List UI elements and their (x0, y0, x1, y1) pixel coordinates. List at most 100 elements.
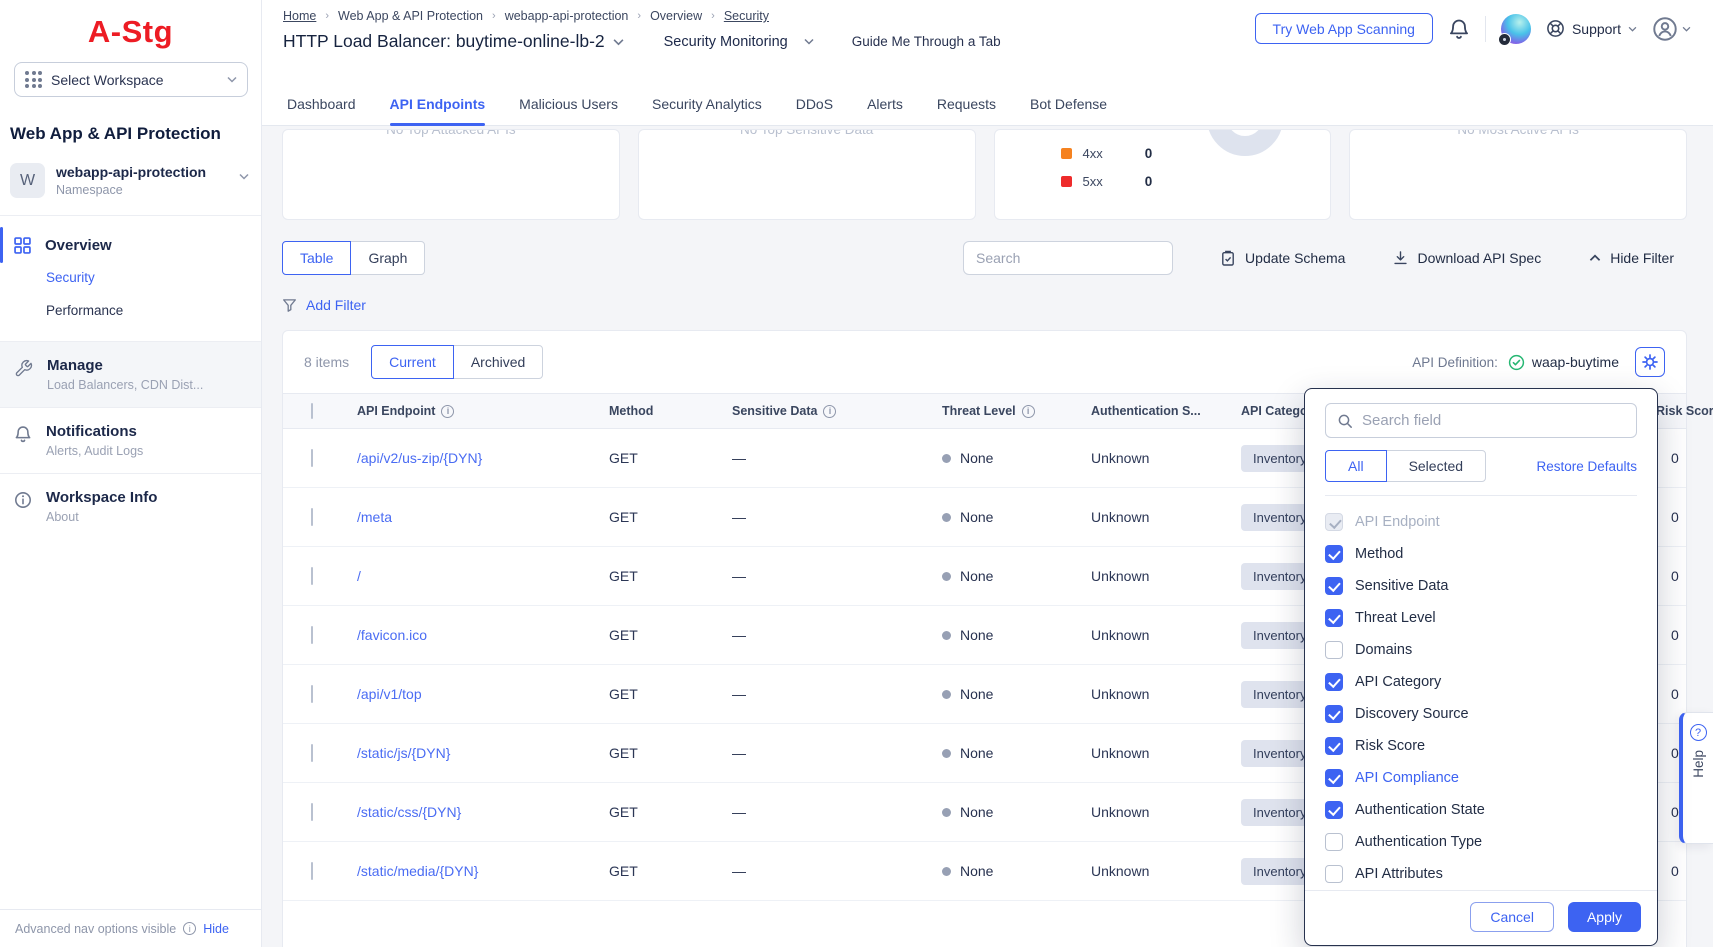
field-method[interactable]: Method (1325, 538, 1637, 570)
info-icon[interactable] (441, 405, 454, 418)
checkbox[interactable] (1325, 801, 1343, 819)
breadcrumb-waap[interactable]: Web App & API Protection (338, 9, 483, 23)
scope-toggle-all[interactable]: All (1325, 450, 1387, 482)
sidebar-item-workspace-info[interactable]: Workspace Info About (0, 473, 261, 539)
row-checkbox[interactable] (311, 744, 313, 762)
view-toggle-graph[interactable]: Graph (350, 241, 425, 275)
field-api-attributes[interactable]: API Attributes (1325, 858, 1637, 890)
checkbox[interactable] (1325, 865, 1343, 883)
endpoint-link[interactable]: /static/css/{DYN} (357, 804, 609, 820)
monitoring-selector[interactable]: Security Monitoring (664, 34, 814, 50)
tab-bot-defense[interactable]: Bot Defense (1030, 82, 1107, 125)
row-checkbox[interactable] (311, 862, 313, 880)
endpoint-link[interactable]: /meta (357, 509, 609, 525)
row-checkbox[interactable] (311, 508, 313, 526)
empty-state-text: No Most Active APIs (1350, 129, 1686, 137)
cancel-button[interactable]: Cancel (1470, 902, 1554, 932)
column-header-sensitive-data: Sensitive Data (732, 404, 942, 418)
download-api-spec-button[interactable]: Download API Spec (1393, 250, 1541, 266)
tab-ddos[interactable]: DDoS (796, 82, 833, 125)
threat-level-cell: None (942, 627, 1091, 643)
info-icon[interactable] (1022, 405, 1035, 418)
state-toggle-current[interactable]: Current (371, 345, 454, 379)
help-tab[interactable]: ? Help (1679, 712, 1713, 844)
field-api-compliance[interactable]: API Compliance (1325, 762, 1637, 794)
api-definition-value[interactable]: waap-buytime (1532, 354, 1619, 370)
add-filter-button[interactable]: Add Filter (282, 297, 366, 313)
risk-score-cell: 0 (1656, 627, 1686, 643)
row-checkbox[interactable] (311, 449, 313, 467)
row-checkbox[interactable] (311, 685, 313, 703)
checkbox[interactable] (1325, 577, 1343, 595)
field-sensitive-data[interactable]: Sensitive Data (1325, 570, 1637, 602)
endpoint-link[interactable]: /favicon.ico (357, 627, 609, 643)
field-api-category[interactable]: API Category (1325, 666, 1637, 698)
endpoint-link[interactable]: /api/v2/us-zip/{DYN} (357, 450, 609, 466)
checkbox[interactable] (1325, 641, 1343, 659)
tab-alerts[interactable]: Alerts (867, 82, 903, 125)
authentication-cell: Unknown (1091, 627, 1241, 643)
endpoint-link[interactable]: / (357, 568, 609, 584)
try-web-app-scanning-button[interactable]: Try Web App Scanning (1255, 13, 1433, 44)
scope-toggle-selected[interactable]: Selected (1386, 450, 1486, 482)
checkbox[interactable] (1325, 673, 1343, 691)
sidebar-item-security[interactable]: Security (0, 261, 261, 294)
row-checkbox[interactable] (311, 626, 313, 644)
field-authentication-type[interactable]: Authentication Type (1325, 826, 1637, 858)
tab-security-analytics[interactable]: Security Analytics (652, 82, 762, 125)
hide-nav-link[interactable]: Hide (203, 922, 229, 936)
tab-requests[interactable]: Requests (937, 82, 996, 125)
chevron-down-icon[interactable] (613, 38, 624, 46)
checkbox[interactable] (1325, 705, 1343, 723)
endpoint-link[interactable]: /static/js/{DYN} (357, 745, 609, 761)
breadcrumb-overview[interactable]: Overview (650, 9, 702, 23)
monitoring-selector-label: Security Monitoring (664, 34, 788, 50)
select-all-checkbox[interactable] (311, 403, 313, 419)
apply-button[interactable]: Apply (1568, 902, 1641, 932)
sidebar-item-notifications[interactable]: Notifications Alerts, Audit Logs (0, 407, 261, 473)
sidebar-item-manage[interactable]: Manage Load Balancers, CDN Dist... (0, 341, 261, 407)
view-toggle-table[interactable]: Table (282, 241, 351, 275)
workspace-selector[interactable]: Select Workspace (14, 62, 248, 97)
field-search-input[interactable] (1362, 412, 1625, 429)
sidebar-item-performance[interactable]: Performance (0, 294, 261, 327)
breadcrumb-security[interactable]: Security (724, 9, 769, 23)
namespace-type-label: Namespace (56, 183, 206, 197)
assistant-avatar[interactable] (1501, 14, 1531, 44)
breadcrumb-namespace[interactable]: webapp-api-protection (505, 9, 629, 23)
info-icon[interactable] (823, 405, 836, 418)
notifications-bell-icon[interactable] (1448, 18, 1470, 40)
field-discovery-source[interactable]: Discovery Source (1325, 698, 1637, 730)
support-menu[interactable]: Support (1546, 19, 1637, 38)
field-risk-score[interactable]: Risk Score (1325, 730, 1637, 762)
guide-me-button[interactable]: Guide Me Through a Tab (852, 34, 1001, 49)
checkbox[interactable] (1325, 833, 1343, 851)
endpoint-link[interactable]: /api/v1/top (357, 686, 609, 702)
workspace-selector-label: Select Workspace (51, 72, 164, 88)
sidebar-item-overview[interactable]: Overview (0, 229, 261, 261)
authentication-cell: Unknown (1091, 745, 1241, 761)
checkbox[interactable] (1325, 737, 1343, 755)
hide-filter-button[interactable]: Hide Filter (1589, 250, 1674, 266)
field-authentication-state[interactable]: Authentication State (1325, 794, 1637, 826)
field-domains[interactable]: Domains (1325, 634, 1637, 666)
tab-malicious-users[interactable]: Malicious Users (519, 82, 618, 125)
tab-api-endpoints[interactable]: API Endpoints (390, 82, 486, 125)
checkbox[interactable] (1325, 545, 1343, 563)
checkbox[interactable] (1325, 609, 1343, 627)
row-checkbox[interactable] (311, 567, 313, 585)
row-checkbox[interactable] (311, 803, 313, 821)
update-schema-button[interactable]: Update Schema (1220, 250, 1345, 267)
account-menu[interactable] (1652, 16, 1691, 42)
column-settings-button[interactable] (1635, 347, 1665, 377)
endpoint-link[interactable]: /static/media/{DYN} (357, 863, 609, 879)
field-threat-level[interactable]: Threat Level (1325, 602, 1637, 634)
namespace-selector[interactable]: W webapp-api-protection Namespace (10, 163, 251, 198)
method-cell: GET (609, 686, 732, 702)
state-toggle-archived[interactable]: Archived (453, 345, 543, 379)
endpoints-search-input[interactable] (963, 241, 1173, 275)
breadcrumb-home[interactable]: Home (283, 9, 316, 23)
restore-defaults-link[interactable]: Restore Defaults (1536, 459, 1637, 474)
checkbox[interactable] (1325, 769, 1343, 787)
tab-dashboard[interactable]: Dashboard (287, 82, 356, 125)
